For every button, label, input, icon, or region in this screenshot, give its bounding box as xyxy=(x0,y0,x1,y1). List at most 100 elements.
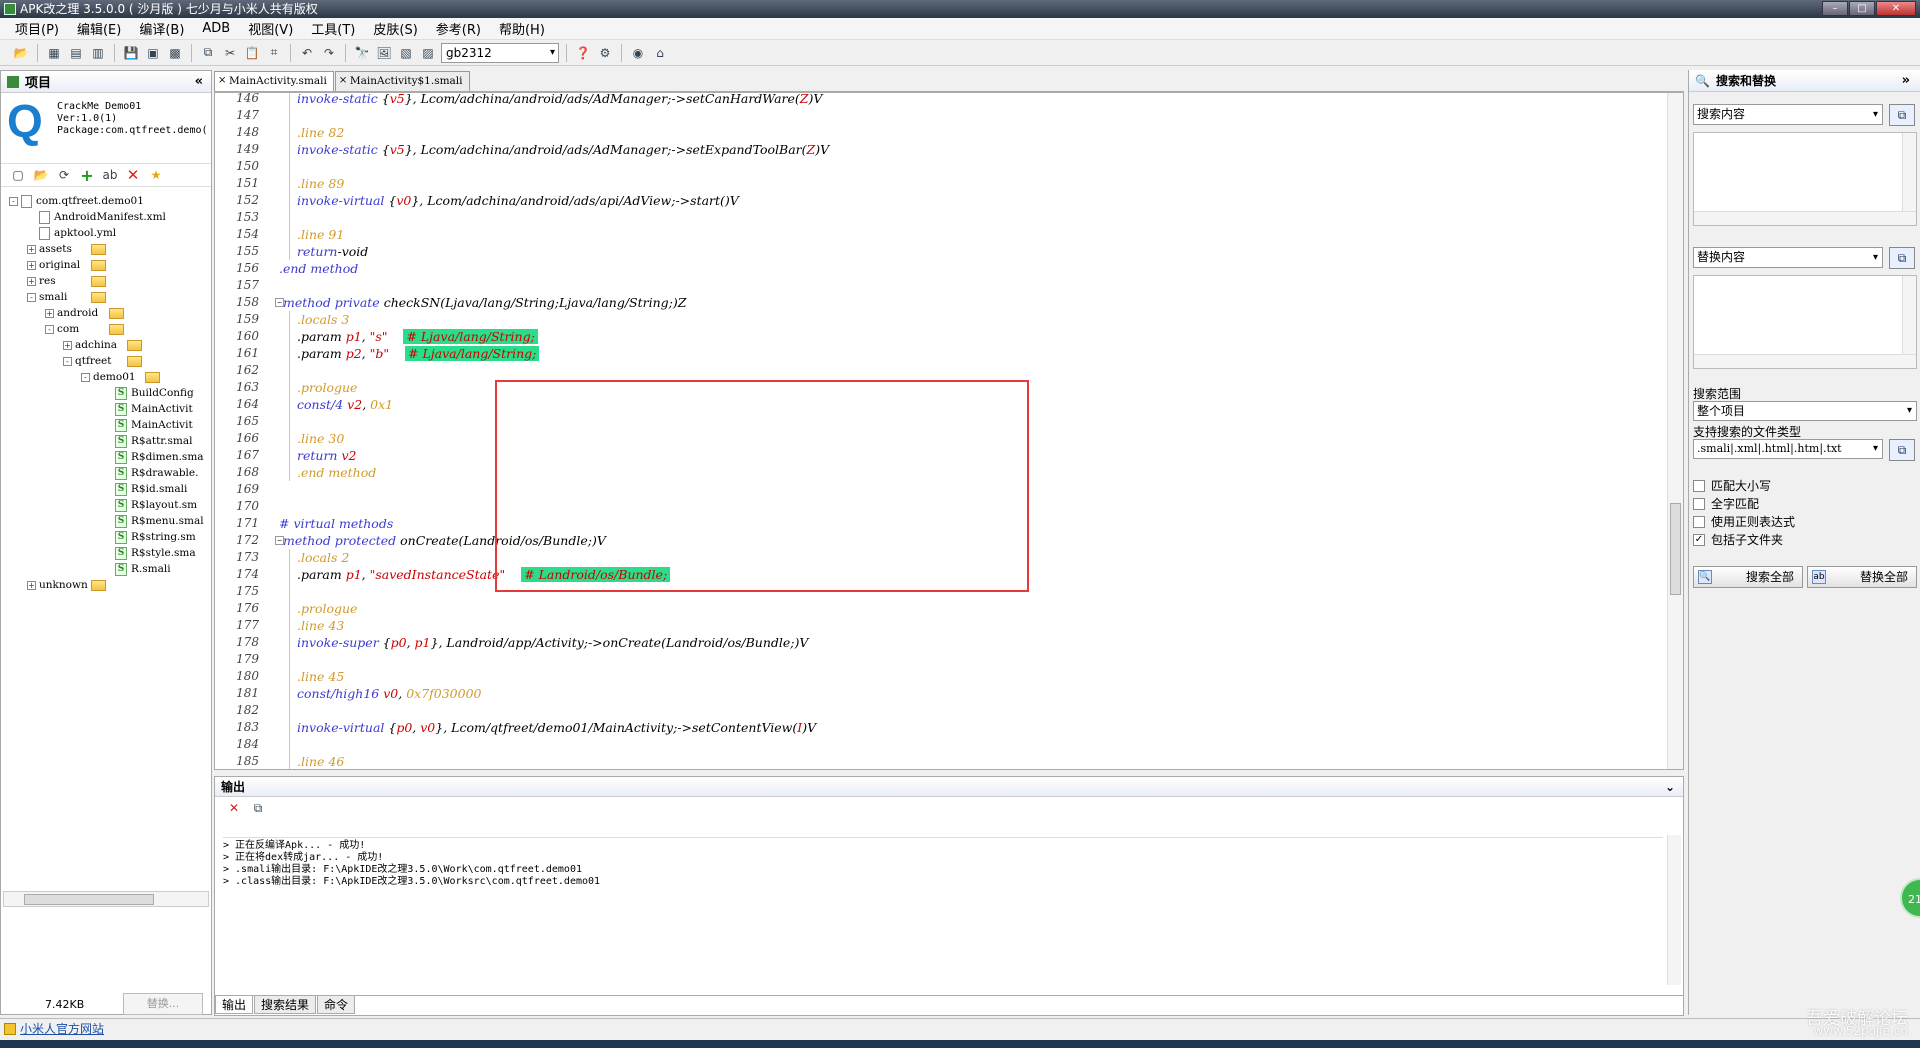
image2-icon[interactable]: ▧ xyxy=(397,44,415,62)
open-project-icon[interactable]: 📂 xyxy=(32,166,50,184)
format-icon[interactable]: ⌗ xyxy=(265,44,283,62)
code-editor[interactable]: 146 invoke-static {v5}, Lcom/adchina/andr… xyxy=(214,92,1684,770)
undo-icon[interactable]: ↶ xyxy=(298,44,316,62)
output-tab[interactable]: 输出 xyxy=(215,996,254,1014)
tree-node[interactable]: + res xyxy=(27,273,106,289)
tree-node[interactable]: - com xyxy=(45,321,124,337)
option-checkbox[interactable]: 使用正则表达式 xyxy=(1693,513,1795,530)
redo-icon[interactable]: ↷ xyxy=(320,44,338,62)
save-icon[interactable]: 💾 xyxy=(122,44,140,62)
checkbox-icon[interactable] xyxy=(1693,515,1705,528)
tree-node[interactable]: + unknown xyxy=(27,577,106,593)
checkbox-icon[interactable] xyxy=(1693,479,1705,492)
output-tab[interactable]: 命令 xyxy=(317,996,356,1014)
search-text-area[interactable] xyxy=(1693,132,1917,226)
copy-icon[interactable]: ⧉ xyxy=(199,44,217,62)
menu-item[interactable]: 视图(V) xyxy=(239,19,302,38)
tree-node[interactable]: + original xyxy=(27,257,106,273)
tree-node[interactable]: + adchina xyxy=(63,337,142,353)
delete-icon[interactable]: ✕ xyxy=(124,166,142,184)
page2-icon[interactable]: ▥ xyxy=(89,44,107,62)
tree-node[interactable]: - com.qtfreet.demo01 xyxy=(9,193,144,209)
save-all-icon[interactable]: ▩ xyxy=(166,44,184,62)
replace-text-area[interactable] xyxy=(1693,275,1917,369)
collapse-icon[interactable]: - xyxy=(45,324,54,334)
fold-icon[interactable]: − xyxy=(275,536,284,545)
tab-file[interactable]: × MainActivity.smali xyxy=(214,71,334,91)
menu-item[interactable]: 帮助(H) xyxy=(490,19,554,38)
tree-node[interactable]: S R$style.sma xyxy=(103,545,196,561)
expand-icon[interactable]: + xyxy=(63,340,72,350)
rename-icon[interactable]: ab xyxy=(101,166,119,184)
expand-icon[interactable]: + xyxy=(45,308,54,318)
file-types-button[interactable]: ⧉ xyxy=(1889,439,1915,461)
tree-node[interactable]: + assets xyxy=(27,241,106,257)
chevron-down-icon[interactable]: ⌄ xyxy=(1665,777,1675,797)
encoding-select[interactable]: gb2312 xyxy=(441,42,559,63)
expand-icon[interactable]: + xyxy=(27,244,36,254)
refresh-icon[interactable]: ⟳ xyxy=(55,166,73,184)
search-history-button[interactable]: ⧉ xyxy=(1889,104,1915,126)
android-icon[interactable]: ⚙ xyxy=(596,44,614,62)
image-icon[interactable]: 🖼 xyxy=(375,44,393,62)
home-icon[interactable]: ⌂ xyxy=(651,44,669,62)
editor-vertical-scrollbar[interactable] xyxy=(1667,93,1683,769)
scrollbar[interactable] xyxy=(1694,211,1916,225)
clear-output-icon[interactable]: ✕ xyxy=(225,799,243,817)
search-all-button[interactable]: 🔍 搜索全部 xyxy=(1693,566,1803,588)
tree-node[interactable]: S R$attr.smal xyxy=(103,433,192,449)
close-tab-icon[interactable]: × xyxy=(339,72,347,90)
checkbox-icon[interactable]: ✓ xyxy=(1693,533,1705,546)
weibo-icon[interactable]: ◉ xyxy=(629,44,647,62)
output-log[interactable]: > 正在反编译Apk... - 成功! > 正在将dex转成jar... - 成功… xyxy=(223,837,1663,987)
option-checkbox[interactable]: 匹配大小写 xyxy=(1693,477,1771,494)
close-tab-icon[interactable]: × xyxy=(218,72,226,90)
menu-item[interactable]: ADB xyxy=(193,21,239,36)
paste-icon[interactable]: 📋 xyxy=(243,44,261,62)
build-icon[interactable]: ▦ xyxy=(45,44,63,62)
scroll-thumb[interactable] xyxy=(24,894,154,905)
replace-button[interactable]: 替换... xyxy=(123,993,203,1015)
tree-node[interactable]: S R$drawable. xyxy=(103,465,198,481)
tree-node[interactable]: S R$menu.smal xyxy=(103,513,204,529)
scrollbar[interactable] xyxy=(1694,354,1916,368)
checkbox-icon[interactable] xyxy=(1693,497,1705,510)
file-types-select[interactable]: .smali|.xml|.html|.htm|.txt xyxy=(1693,439,1883,459)
output-tab[interactable]: 搜索结果 xyxy=(254,996,317,1014)
find-icon[interactable]: 🔭 xyxy=(353,44,371,62)
add-icon[interactable]: + xyxy=(78,166,96,185)
replace-all-button[interactable]: ab 替换全部 xyxy=(1807,566,1917,588)
expand-icon[interactable]: + xyxy=(27,580,36,590)
menu-item[interactable]: 参考(R) xyxy=(427,19,490,38)
menu-item[interactable]: 工具(T) xyxy=(302,19,364,38)
fold-icon[interactable]: − xyxy=(275,298,284,307)
menu-item[interactable]: 编辑(E) xyxy=(68,19,130,38)
bookmark-icon[interactable]: ▨ xyxy=(419,44,437,62)
tree-node[interactable]: S BuildConfig xyxy=(103,385,194,401)
page-icon[interactable]: ▤ xyxy=(67,44,85,62)
tree-node[interactable]: - demo01 xyxy=(81,369,160,385)
search-input[interactable]: 搜索内容 xyxy=(1693,104,1883,125)
menu-item[interactable]: 编译(B) xyxy=(130,19,193,38)
tree-node[interactable]: + android xyxy=(45,305,124,321)
expand-icon[interactable]: + xyxy=(27,260,36,270)
expand-icon[interactable]: + xyxy=(27,276,36,286)
official-site-link[interactable]: 小米人官方网站 xyxy=(20,1022,104,1036)
tab-file[interactable]: × MainActivity$1.smali xyxy=(334,71,470,91)
tree-node[interactable]: S MainActivit xyxy=(103,401,193,417)
maximize-button[interactable]: □ xyxy=(1849,1,1875,16)
menu-item[interactable]: 项目(P) xyxy=(6,19,68,38)
collapse-icon[interactable]: - xyxy=(27,292,36,302)
scroll-thumb[interactable] xyxy=(1670,503,1681,595)
collapse-icon[interactable]: « xyxy=(195,74,203,89)
collapse-icon[interactable]: - xyxy=(63,356,72,366)
tree-node[interactable]: S MainActivit xyxy=(103,417,193,433)
tree-node[interactable]: S R$layout.sm xyxy=(103,497,197,513)
menu-item[interactable]: 皮肤(S) xyxy=(364,19,426,38)
expand-icon[interactable]: » xyxy=(1902,73,1910,88)
collapse-icon[interactable]: - xyxy=(9,196,18,206)
new-file-icon[interactable]: ▢ xyxy=(9,166,27,184)
cut-icon[interactable]: ✂ xyxy=(221,44,239,62)
tree-node[interactable]: - qtfreet xyxy=(63,353,142,369)
help-icon[interactable]: ❓ xyxy=(574,44,592,62)
